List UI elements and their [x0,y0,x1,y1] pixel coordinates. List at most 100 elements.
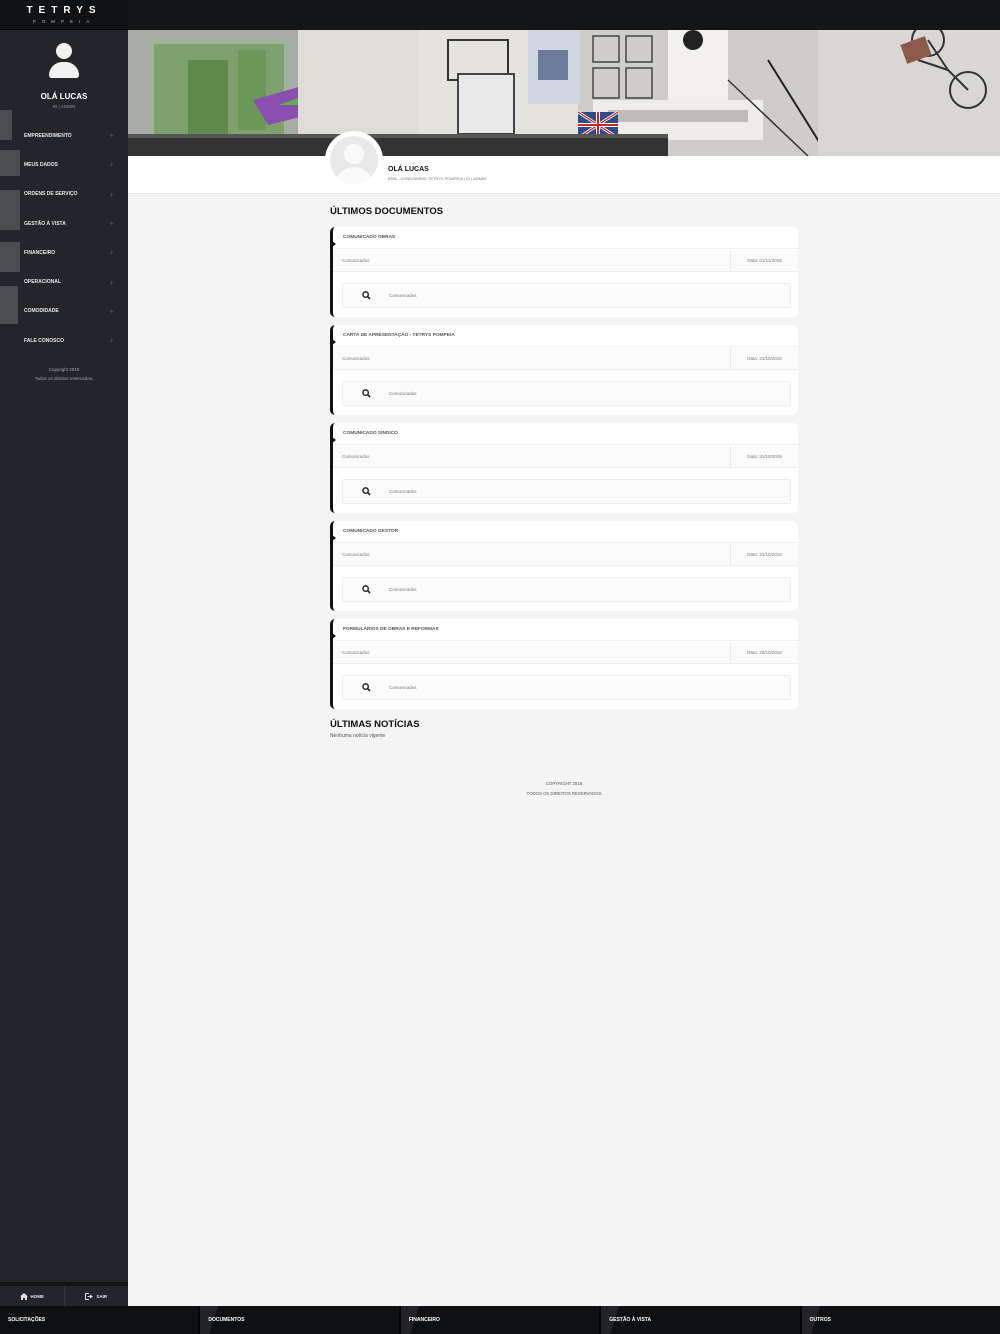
document-title: COMUNICADO OBRAS [333,227,798,249]
plus-icon: + [109,189,114,199]
page-copyright: COPYRIGHT 2018 TODOS OS DIREITOS RESERVA… [330,779,798,799]
logout-icon [85,1292,94,1300]
document-open-link[interactable]: Comunicados [342,381,791,406]
page-copyright-line1: COPYRIGHT 2018 [545,781,583,786]
document-meta: Comunicados Data: 01/11/2018 [333,250,798,272]
plus-icon: + [109,306,114,316]
document-date: Data: 31/10/2018 [730,544,798,565]
bottom-nav-label: FINANCEIRO [408,1317,440,1323]
sidebar-item-fale-conosco[interactable]: FALE CONOSCO + [0,326,128,355]
document-link-label: Comunicados [389,391,417,396]
document-category: Comunicados [342,258,370,263]
document-card: COMUNICADO OBRAS Comunicados Data: 01/11… [330,227,798,317]
document-meta: Comunicados Data: 31/10/2018 [333,348,798,370]
profile-avatar [325,131,383,189]
plus-icon: + [109,248,114,258]
sidebar-item-comodidade[interactable]: COMODIDADE + [0,297,128,326]
bottom-nav-outros[interactable]: OUTROS [799,1306,1000,1334]
sidebar-item-empreendimento[interactable]: EMPREENDIMENTO + [0,121,128,150]
plus-icon: + [109,219,114,229]
sidebar-item-label: OPERACIONAL [24,279,61,286]
sidebar-copyright-line2: Todos os direitos reservados. [34,376,94,382]
sidebar-item-ordens-de-servico[interactable]: ORDENS DE SERVIÇO + [0,180,128,209]
document-meta: Comunicados Data: 31/10/2018 [333,446,798,468]
plus-icon: + [109,277,114,287]
sidebar-item-operacional[interactable]: OPERACIONAL + [0,267,128,296]
document-link-label: Comunicados [389,685,417,690]
plus-icon: + [109,160,114,170]
bottom-nav-label: OUTROS [809,1317,832,1323]
home-button[interactable]: HOME [0,1286,64,1306]
document-card: FORMULÁRIOS DE OBRAS E REFORMAS Comunica… [330,619,798,709]
bottom-nav-label: SOLICITAÇÕES [8,1317,46,1323]
document-card: COMUNICADO SINDICO Comunicados Data: 31/… [330,423,798,513]
bottom-nav: SOLICITAÇÕES DOCUMENTOS FINANCEIRO GESTÃ… [0,1306,1000,1334]
document-meta: Comunicados Data: 29/10/2018 [333,642,798,664]
document-title: COMUNICADO SINDICO [333,423,798,445]
document-open-link[interactable]: Comunicados [342,479,791,504]
document-category: Comunicados [342,454,370,459]
profile-header [128,156,1000,194]
sidebar-item-label: COMODIDADE [24,308,59,315]
page-copyright-line2: TODOS OS DIREITOS RESERVADOS [526,791,602,796]
banner-image [128,30,1000,156]
logout-button-label: SAIR [96,1293,108,1299]
sidebar-item-label: ORDENS DE SERVIÇO [24,191,78,198]
banner-illustration [128,30,1000,156]
document-open-link[interactable]: Comunicados [342,675,791,700]
document-meta: Comunicados Data: 31/10/2018 [333,544,798,566]
document-date: Data: 31/10/2018 [730,348,798,369]
sidebar-item-label: MEUS DADOS [24,161,58,168]
bottom-nav-financeiro[interactable]: FINANCEIRO [398,1306,599,1334]
document-date: Data: 01/11/2018 [730,250,798,271]
document-date: Data: 29/10/2018 [730,642,798,663]
home-icon [19,1292,28,1300]
bottom-nav-label: GESTÃO À VISTA [609,1317,652,1323]
document-open-link[interactable]: Comunicados [342,283,791,308]
home-button-label: HOME [30,1293,45,1299]
search-icon [343,291,389,300]
document-link-label: Comunicados [389,489,417,494]
sidebar-item-meus-dados[interactable]: MEUS DADOS + [0,150,128,179]
logo[interactable]: TETRYS POMPEIA [0,0,128,30]
document-link-label: Comunicados [389,587,417,592]
document-open-link[interactable]: Comunicados [342,577,791,602]
news-section-title: ÚLTIMAS NOTÍCIAS [330,719,420,730]
bottom-nav-label: DOCUMENTOS [208,1317,245,1323]
sidebar-menu: EMPREENDIMENTO + MEUS DADOS + ORDENS DE SE… [0,121,128,355]
document-card: COMUNICADO GESTOR Comunicados Data: 31/1… [330,521,798,611]
document-category: Comunicados [342,650,370,655]
bottom-nav-solicitacoes[interactable]: SOLICITAÇÕES [0,1306,198,1334]
top-header-bar [128,0,1000,30]
sidebar: TETRYS POMPEIA OLÁ LUCAS ID | ADMIN EMPR… [0,0,128,1306]
sidebar-item-label: FINANCEIRO [24,249,56,256]
profile-subtitle: 6356 - CONDOMINIO TETRYS POMPEIA | ID | … [388,176,486,181]
document-title: CARTA DE APRESENTAÇÃO - TETRYS POMPEIA [333,325,798,347]
sidebar-copyright-line1: Copyright 2018 [48,367,80,373]
bottom-nav-gestao-a-vista[interactable]: GESTÃO À VISTA [599,1306,799,1334]
document-link-label: Comunicados [389,293,417,298]
plus-icon: + [109,131,114,141]
plus-icon: + [109,336,114,346]
sidebar-avatar [49,43,79,79]
sidebar-user-greeting: OLÁ LUCAS [40,92,88,101]
sidebar-item-label: EMPREENDIMENTO [24,132,72,139]
documents-section-title: ÚLTIMOS DOCUMENTOS [330,206,444,217]
document-category: Comunicados [342,552,370,557]
main-content: ÚLTIMOS DOCUMENTOS COMUNICADO OBRAS Comu… [330,205,798,799]
logo-subtitle: POMPEIA [32,19,96,24]
search-icon [343,487,389,496]
sidebar-copyright: Copyright 2018 Todos os direitos reserva… [0,365,128,383]
document-category: Comunicados [342,356,370,361]
search-icon [343,683,389,692]
news-empty-message: Nenhuma notícia vigente [330,733,386,739]
sidebar-item-label: GESTÃO À VISTA [24,220,66,227]
document-title: FORMULÁRIOS DE OBRAS E REFORMAS [333,619,798,641]
search-icon [343,585,389,594]
logout-button[interactable]: SAIR [63,1286,129,1306]
sidebar-item-gestao-a-vista[interactable]: GESTÃO À VISTA + [0,209,128,238]
document-card: CARTA DE APRESENTAÇÃO - TETRYS POMPEIA C… [330,325,798,415]
bottom-nav-documentos[interactable]: DOCUMENTOS [198,1306,398,1334]
sidebar-user-role: ID | ADMIN [52,104,76,109]
sidebar-item-financeiro[interactable]: FINANCEIRO + [0,238,128,267]
